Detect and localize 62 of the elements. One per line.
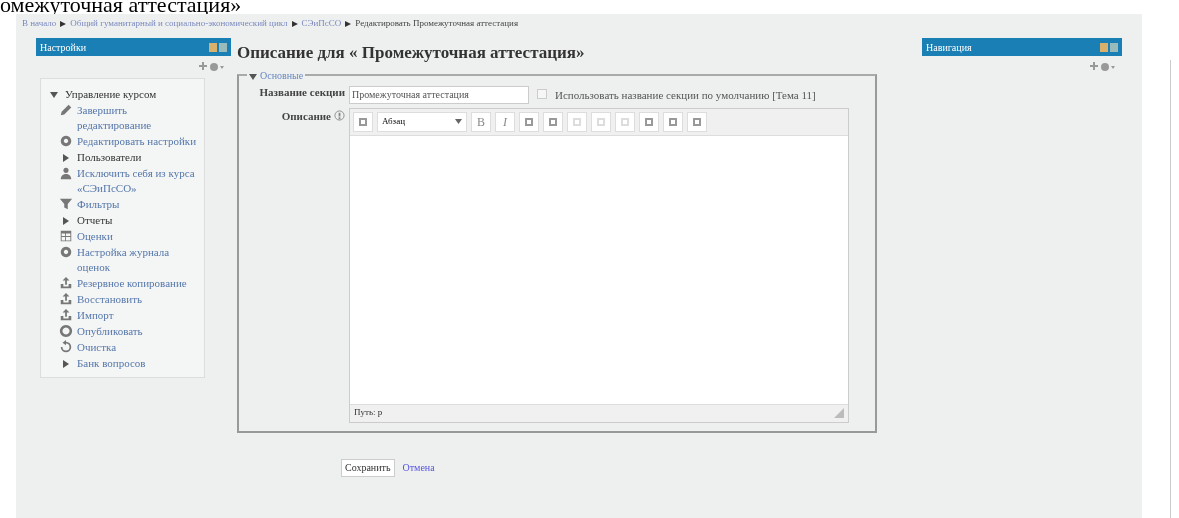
tree-link[interactable]: Редактировать настройки [77, 134, 196, 149]
tree-item[interactable]: Отчеты [77, 213, 113, 228]
refresh-icon [59, 340, 73, 354]
link-button[interactable] [567, 111, 587, 132]
media-button[interactable] [663, 111, 683, 132]
breadcrumb-link[interactable]: Общий гуманитарный и социально-экономический цикл [70, 17, 288, 31]
tree-item[interactable]: Пользователи [77, 150, 142, 165]
breadcrumb-current: Редактировать Промежуточная аттестация [355, 17, 519, 31]
field-label: Описание [281, 108, 331, 124]
tree-link[interactable]: Завершить редактирование [77, 103, 198, 133]
toolbar-toggle-button[interactable] [353, 111, 373, 132]
save-button[interactable]: Сохранить [341, 458, 395, 477]
tree-link[interactable]: Восстановить [77, 292, 142, 307]
document-text: омежуточная аттестация» [0, 0, 242, 18]
tree-link[interactable]: Очистка [77, 340, 117, 355]
tree-link[interactable]: Банк вопросов [77, 356, 146, 371]
editor-path: Путь: p [354, 406, 383, 420]
upload-icon [59, 308, 73, 322]
upload-icon [59, 276, 73, 290]
tree-heading[interactable]: Управление курсом [65, 87, 157, 102]
bullet-list-button[interactable] [519, 111, 539, 132]
tree-link[interactable]: Импорт [77, 308, 114, 323]
tree-link[interactable]: Опубликовать [77, 324, 143, 339]
separator-icon [60, 21, 67, 27]
separator-icon [291, 21, 298, 27]
table-icon [59, 229, 73, 243]
tree-link[interactable]: Исключить себя из курса «СЭиПсСО» [77, 166, 198, 196]
italic-button[interactable]: I [495, 111, 515, 132]
upload-icon [59, 292, 73, 306]
resize-handle-icon[interactable] [834, 408, 844, 418]
section-legend[interactable]: Основные [260, 67, 304, 83]
person-icon [59, 166, 73, 180]
toolbar-button[interactable] [615, 111, 635, 132]
tree-link[interactable]: Настройка журнала оценок [77, 245, 198, 275]
caret-down-icon [455, 119, 462, 124]
breadcrumb-link[interactable]: СЭиПсСО [301, 17, 342, 31]
section-name-field[interactable]: Промежуточная аттестация [349, 85, 529, 104]
move-gear-icon[interactable] [1090, 62, 1116, 72]
dock-icon[interactable] [209, 42, 227, 52]
bold-button[interactable]: B [471, 111, 491, 132]
tree-link[interactable]: Фильтры [77, 197, 120, 212]
numbered-list-button[interactable] [543, 111, 563, 132]
checkbox-label: Использовать название секции по умолчанию [Тема 11] [555, 87, 817, 102]
manage-files-button[interactable] [687, 111, 707, 132]
image-button[interactable] [639, 111, 659, 132]
filter-icon [59, 197, 73, 211]
dock-icon[interactable] [1100, 42, 1118, 52]
unlink-button[interactable] [591, 111, 611, 132]
block-title: Навигация [926, 40, 972, 55]
move-gear-icon[interactable] [199, 62, 225, 72]
cancel-link[interactable]: Отмена [402, 460, 435, 475]
separator-icon [345, 21, 352, 27]
tree-link[interactable]: Оценки [77, 229, 113, 244]
breadcrumb-link[interactable]: В начало [22, 17, 57, 31]
tree-link[interactable]: Резервное копирование [77, 276, 187, 291]
default-name-checkbox[interactable] [537, 88, 547, 99]
pencil-icon [59, 103, 73, 117]
format-select[interactable]: Абзац [377, 111, 467, 132]
field-label: Название секции [258, 85, 345, 100]
block-title: Настройки [40, 40, 87, 55]
page-heading: Описание для « Промежуточная аттестация» [237, 42, 586, 64]
help-icon[interactable] [334, 109, 345, 121]
